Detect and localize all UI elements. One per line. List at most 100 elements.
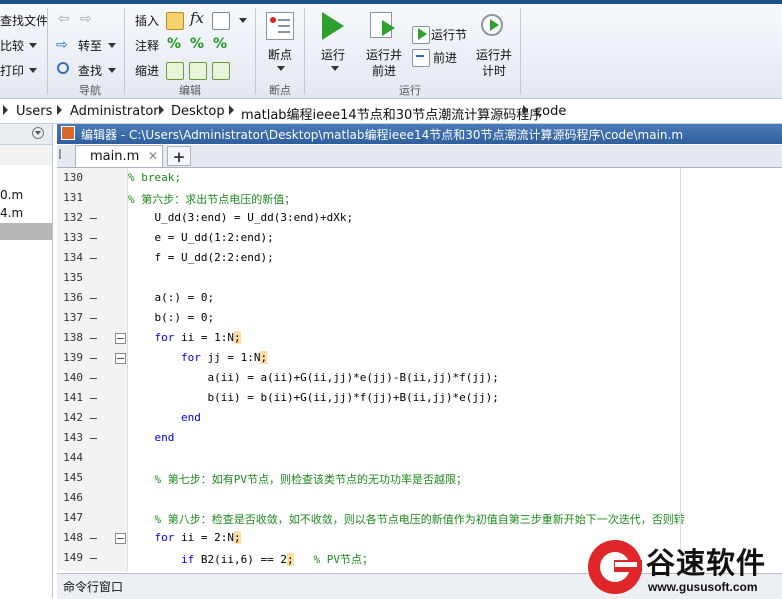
edit-more-dropdown-icon[interactable] bbox=[239, 18, 247, 23]
line-number[interactable]: 134 bbox=[59, 251, 83, 264]
run-play-icon[interactable] bbox=[322, 12, 344, 40]
fold-toggle-icon[interactable] bbox=[115, 533, 126, 544]
breadcrumb-project-folder[interactable]: matlab编程ieee14节点和30节点潮流计算源码程序 bbox=[241, 104, 542, 123]
back-arrow-icon[interactable]: ⇦ bbox=[58, 12, 72, 26]
comment-percent-icon[interactable]: % bbox=[167, 36, 181, 52]
code-line[interactable]: % 第六步：求出节点电压的新值； bbox=[128, 191, 295, 207]
panel-menu-icon[interactable] bbox=[32, 127, 44, 139]
code-line[interactable]: b(:) = 0; bbox=[128, 311, 214, 324]
find-dropdown-icon[interactable] bbox=[108, 68, 116, 73]
breakpoint-marker[interactable] bbox=[90, 378, 97, 379]
line-number[interactable]: 146 bbox=[59, 491, 83, 504]
code-line[interactable]: % 第八步：检查是否收敛，如不收敛，则以各节点电压的新值作为初值自第三步重新开始… bbox=[128, 511, 685, 527]
breakpoint-marker[interactable] bbox=[90, 418, 97, 419]
breakpoint-marker[interactable] bbox=[90, 438, 97, 439]
file-list-item[interactable]: 0.m bbox=[0, 188, 23, 202]
code-line[interactable]: end bbox=[128, 411, 201, 424]
wrap-comment-icon[interactable]: % bbox=[213, 36, 227, 52]
breadcrumb-desktop[interactable]: Desktop bbox=[171, 104, 225, 119]
uncomment-percent-icon[interactable]: % bbox=[190, 36, 204, 52]
breakpoint-marker[interactable] bbox=[90, 558, 97, 559]
breakpoint-marker[interactable] bbox=[90, 338, 97, 339]
code-line[interactable]: b(ii) = b(ii)+G(ii,jj)*f(jj)+B(ii,jj)*e(… bbox=[128, 391, 498, 404]
run-and-time-icon[interactable] bbox=[480, 12, 508, 40]
line-number[interactable]: 139 bbox=[59, 351, 83, 364]
code-line[interactable]: a(:) = 0; bbox=[128, 291, 214, 304]
run-and-advance-label-1[interactable]: 运行并 bbox=[366, 46, 402, 63]
fold-toggle-icon[interactable] bbox=[115, 333, 126, 344]
insert-button[interactable]: 插入 bbox=[135, 12, 159, 29]
comment-button[interactable]: 注释 bbox=[135, 37, 159, 54]
line-number[interactable]: 131 bbox=[59, 191, 83, 204]
run-and-advance-icon[interactable] bbox=[370, 12, 398, 40]
line-number[interactable]: 138 bbox=[59, 331, 83, 344]
add-tab-button[interactable]: + bbox=[167, 146, 191, 166]
line-number[interactable]: 145 bbox=[59, 471, 83, 484]
compare-button[interactable]: 比较 bbox=[0, 37, 24, 54]
breakpoint-marker[interactable] bbox=[90, 238, 97, 239]
find-files-button[interactable]: 查找文件 bbox=[0, 12, 48, 29]
line-number[interactable]: 136 bbox=[59, 291, 83, 304]
breakpoint-marker[interactable] bbox=[90, 258, 97, 259]
increase-indent-icon[interactable] bbox=[189, 62, 207, 80]
tab-main-m[interactable]: main.m ✕ bbox=[75, 145, 163, 167]
run-section-button[interactable]: 运行节 bbox=[431, 26, 467, 43]
forward-arrow-icon[interactable]: ⇨ bbox=[80, 12, 94, 26]
line-number[interactable]: 140 bbox=[59, 371, 83, 384]
breadcrumb-code[interactable]: code bbox=[535, 104, 566, 119]
line-number[interactable]: 149 bbox=[59, 551, 83, 564]
code-line[interactable]: for ii = 1:N; bbox=[128, 331, 241, 344]
line-number[interactable]: 130 bbox=[59, 171, 83, 184]
file-list-item[interactable]: 4.m bbox=[0, 206, 23, 220]
run-button[interactable]: 运行 bbox=[321, 46, 345, 63]
breadcrumb-arrow-icon[interactable] bbox=[57, 105, 62, 115]
selected-file-row[interactable] bbox=[0, 223, 52, 240]
line-number[interactable]: 132 bbox=[59, 211, 83, 224]
line-number[interactable]: 143 bbox=[59, 431, 83, 444]
breadcrumb-arrow-icon[interactable] bbox=[159, 105, 164, 115]
close-tab-icon[interactable]: ✕ bbox=[148, 149, 158, 163]
run-and-time-label-2[interactable]: 计时 bbox=[482, 62, 506, 79]
indent-button[interactable]: 缩进 bbox=[135, 62, 159, 79]
line-number[interactable]: 133 bbox=[59, 231, 83, 244]
function-fx-icon[interactable]: fx bbox=[190, 9, 204, 27]
code-line[interactable]: % break; bbox=[128, 171, 181, 184]
breakpoint-marker[interactable] bbox=[90, 218, 97, 219]
advance-icon[interactable] bbox=[412, 49, 430, 67]
line-number[interactable]: 142 bbox=[59, 411, 83, 424]
breakpoints-button[interactable]: 断点 bbox=[268, 46, 292, 63]
line-number[interactable]: 135 bbox=[59, 271, 83, 284]
insert-dropdown-icon[interactable] bbox=[212, 12, 230, 30]
code-line[interactable]: e = U_dd(1:2:end); bbox=[128, 231, 273, 244]
advance-button[interactable]: 前进 bbox=[433, 49, 457, 66]
compare-dropdown-icon[interactable] bbox=[29, 43, 37, 48]
smart-indent-icon[interactable] bbox=[166, 62, 184, 80]
breakpoint-marker[interactable] bbox=[90, 358, 97, 359]
breakpoint-marker[interactable] bbox=[90, 298, 97, 299]
line-number[interactable]: 144 bbox=[59, 451, 83, 464]
code-line[interactable]: for jj = 1:N; bbox=[128, 351, 268, 364]
breadcrumb-arrow-icon[interactable] bbox=[3, 105, 8, 115]
code-line[interactable]: a(ii) = a(ii)+G(ii,jj)*e(jj)-B(ii,jj)*f(… bbox=[128, 371, 498, 384]
breakpoint-marker[interactable] bbox=[90, 318, 97, 319]
print-dropdown-icon[interactable] bbox=[29, 68, 37, 73]
insert-section-icon[interactable] bbox=[166, 12, 184, 30]
run-and-time-label-1[interactable]: 运行并 bbox=[476, 46, 512, 63]
code-line[interactable]: if B2(ii,6) == 2; % PV节点； bbox=[128, 551, 373, 567]
code-line[interactable]: end bbox=[128, 431, 175, 444]
goto-button[interactable]: 转至 bbox=[78, 37, 102, 54]
code-line[interactable]: % 第七步：如有PV节点，则检查该类节点的无功功率是否越限； bbox=[128, 471, 468, 487]
breakpoint-marker[interactable] bbox=[90, 538, 97, 539]
goto-dropdown-icon[interactable] bbox=[108, 43, 116, 48]
breakpoint-marker[interactable] bbox=[90, 398, 97, 399]
breadcrumb-administrator[interactable]: Administrator bbox=[70, 104, 159, 119]
code-line[interactable]: U_dd(3:end) = U_dd(3:end)+dXk; bbox=[128, 211, 353, 224]
line-number[interactable]: 148 bbox=[59, 531, 83, 544]
print-button[interactable]: 打印 bbox=[0, 62, 24, 79]
run-and-advance-label-2[interactable]: 前进 bbox=[372, 62, 396, 79]
decrease-indent-icon[interactable] bbox=[212, 62, 230, 80]
code-area[interactable]: % break; % 第六步：求出节点电压的新值； U_dd(3:end) = U… bbox=[128, 168, 782, 571]
find-button[interactable]: 查找 bbox=[78, 62, 102, 79]
run-dropdown-icon[interactable] bbox=[331, 66, 339, 71]
breakpoints-dropdown-icon[interactable] bbox=[277, 66, 285, 71]
